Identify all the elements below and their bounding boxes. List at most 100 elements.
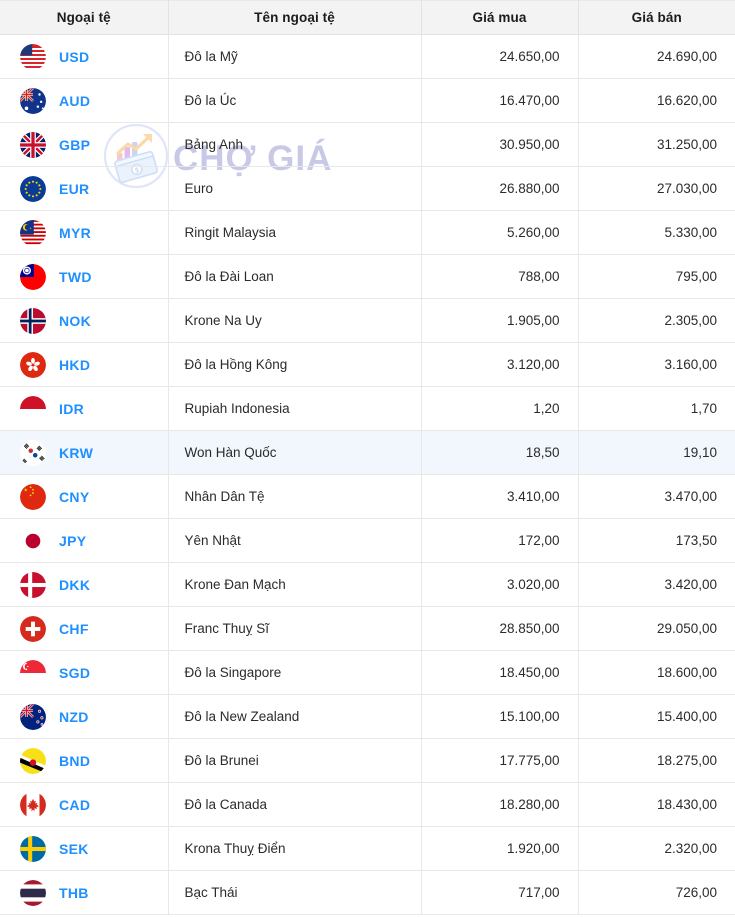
table-row[interactable]: GBP Bảng Anh 30.950,00 31.250,00 [0, 122, 735, 167]
cell-buy-price: 3.410,00 [421, 474, 579, 519]
table-row[interactable]: NOK Krone Na Uy 1.905,00 2.305,00 [0, 298, 735, 343]
cell-currency-name: Bảng Anh [168, 122, 422, 167]
column-header-currency-code[interactable]: Ngoại tệ [0, 0, 169, 35]
column-header-currency-name[interactable]: Tên ngoại tệ [168, 0, 422, 35]
currency-code-label: JPY [59, 532, 87, 549]
table-row[interactable]: THB Bạc Thái 717,00 726,00 [0, 870, 735, 915]
flag-eu-icon [20, 175, 46, 202]
cell-buy-price: 30.950,00 [421, 122, 579, 167]
table-row[interactable]: AUD Đô la Úc 16.470,00 16.620,00 [0, 78, 735, 123]
cell-sell-price: 18.600,00 [578, 650, 735, 695]
table-row[interactable]: EUR Euro 26.880,00 27.030,00 [0, 166, 735, 211]
cell-currency-code: CHF [0, 606, 169, 651]
cell-currency-name: Bạc Thái [168, 870, 422, 915]
cell-sell-price: 3.420,00 [578, 562, 735, 607]
flag-se-icon [20, 835, 46, 862]
cell-sell-price: 2.320,00 [578, 826, 735, 871]
cell-buy-price: 17.775,00 [421, 738, 579, 783]
cell-currency-code: SGD [0, 650, 169, 695]
flag-my-icon [20, 219, 46, 246]
cell-currency-code: DKK [0, 562, 169, 607]
currency-code-label: HKD [59, 356, 91, 373]
currency-code-label: CHF [59, 620, 89, 637]
flag-bn-icon [20, 747, 46, 774]
currency-code-label: MYR [59, 224, 92, 241]
cell-currency-name: Đô la Brunei [168, 738, 422, 783]
cell-currency-code: NZD [0, 694, 169, 739]
table-row[interactable]: CAD Đô la Canada 18.280,00 18.430,00 [0, 782, 735, 827]
cell-currency-name: Ringit Malaysia [168, 210, 422, 255]
flag-dk-icon [20, 571, 46, 598]
cell-sell-price: 795,00 [578, 254, 735, 299]
cell-buy-price: 3.120,00 [421, 342, 579, 387]
flag-id-icon [20, 395, 46, 422]
cell-sell-price: 19,10 [578, 430, 735, 475]
flag-us-icon [20, 43, 46, 70]
cell-sell-price: 2.305,00 [578, 298, 735, 343]
cell-currency-code: CNY [0, 474, 169, 519]
table-row[interactable]: USD Đô la Mỹ 24.650,00 24.690,00 [0, 34, 735, 79]
exchange-rate-table: Ngoại tệ Tên ngoại tệ Giá mua Giá bán US… [0, 0, 735, 915]
flag-nz-icon [20, 703, 46, 730]
cell-buy-price: 26.880,00 [421, 166, 579, 211]
currency-code-label: NOK [59, 312, 92, 329]
currency-code-label: IDR [59, 400, 85, 417]
table-row[interactable]: CNY Nhân Dân Tệ 3.410,00 3.470,00 [0, 474, 735, 519]
cell-sell-price: 3.470,00 [578, 474, 735, 519]
table-row[interactable]: DKK Krone Đan Mạch 3.020,00 3.420,00 [0, 562, 735, 607]
table-row[interactable]: CHF Franc Thuỵ Sĩ 28.850,00 29.050,00 [0, 606, 735, 651]
flag-th-icon [20, 879, 46, 906]
table-row[interactable]: NZD Đô la New Zealand 15.100,00 15.400,0… [0, 694, 735, 739]
table-row[interactable]: SGD Đô la Singapore 18.450,00 18.600,00 [0, 650, 735, 695]
flag-ca-icon [20, 791, 46, 818]
table-row[interactable]: BND Đô la Brunei 17.775,00 18.275,00 [0, 738, 735, 783]
cell-buy-price: 16.470,00 [421, 78, 579, 123]
table-row[interactable]: KRW Won Hàn Quốc 18,50 19,10 [0, 430, 735, 475]
table-row[interactable]: TWD Đô la Đài Loan 788,00 795,00 [0, 254, 735, 299]
cell-currency-name: Yên Nhật [168, 518, 422, 563]
cell-currency-name: Đô la Úc [168, 78, 422, 123]
cell-currency-name: Đô la Singapore [168, 650, 422, 695]
cell-currency-name: Đô la Hồng Kông [168, 342, 422, 387]
cell-buy-price: 788,00 [421, 254, 579, 299]
cell-currency-name: Krone Na Uy [168, 298, 422, 343]
cell-sell-price: 726,00 [578, 870, 735, 915]
flag-tw-icon [20, 263, 46, 290]
flag-hk-icon [20, 351, 46, 378]
table-row[interactable]: SEK Krona Thuỵ Điển 1.920,00 2.320,00 [0, 826, 735, 871]
table-row[interactable]: HKD Đô la Hồng Kông 3.120,00 3.160,00 [0, 342, 735, 387]
column-header-buy-price[interactable]: Giá mua [421, 0, 579, 35]
cell-currency-code: AUD [0, 78, 169, 123]
currency-code-label: AUD [59, 92, 91, 109]
cell-sell-price: 18.275,00 [578, 738, 735, 783]
table-row[interactable]: MYR Ringit Malaysia 5.260,00 5.330,00 [0, 210, 735, 255]
cell-buy-price: 717,00 [421, 870, 579, 915]
cell-buy-price: 1.905,00 [421, 298, 579, 343]
table-header-row: Ngoại tệ Tên ngoại tệ Giá mua Giá bán [0, 0, 735, 35]
cell-sell-price: 31.250,00 [578, 122, 735, 167]
cell-currency-code: THB [0, 870, 169, 915]
currency-code-label: BND [59, 752, 91, 769]
cell-currency-code: EUR [0, 166, 169, 211]
cell-buy-price: 1.920,00 [421, 826, 579, 871]
cell-currency-name: Rupiah Indonesia [168, 386, 422, 431]
flag-sg-icon [20, 659, 46, 686]
cell-currency-code: SEK [0, 826, 169, 871]
cell-currency-code: GBP [0, 122, 169, 167]
cell-buy-price: 18.450,00 [421, 650, 579, 695]
table-row[interactable]: JPY Yên Nhật 172,00 173,50 [0, 518, 735, 563]
cell-sell-price: 15.400,00 [578, 694, 735, 739]
cell-currency-name: Đô la New Zealand [168, 694, 422, 739]
column-header-sell-price[interactable]: Giá bán [578, 0, 735, 35]
currency-code-label: THB [59, 884, 89, 901]
flag-kr-icon [20, 439, 46, 466]
cell-buy-price: 18.280,00 [421, 782, 579, 827]
exchange-rate-table-panel: $ CHỢ GIÁ Ngoại tệ Tên ngoại tệ Giá mua … [0, 0, 735, 917]
cell-currency-code: MYR [0, 210, 169, 255]
currency-code-label: CAD [59, 796, 91, 813]
cell-buy-price: 15.100,00 [421, 694, 579, 739]
cell-currency-code: TWD [0, 254, 169, 299]
flag-no-icon [20, 307, 46, 334]
table-row[interactable]: IDR Rupiah Indonesia 1,20 1,70 [0, 386, 735, 431]
flag-ch-icon [20, 615, 46, 642]
